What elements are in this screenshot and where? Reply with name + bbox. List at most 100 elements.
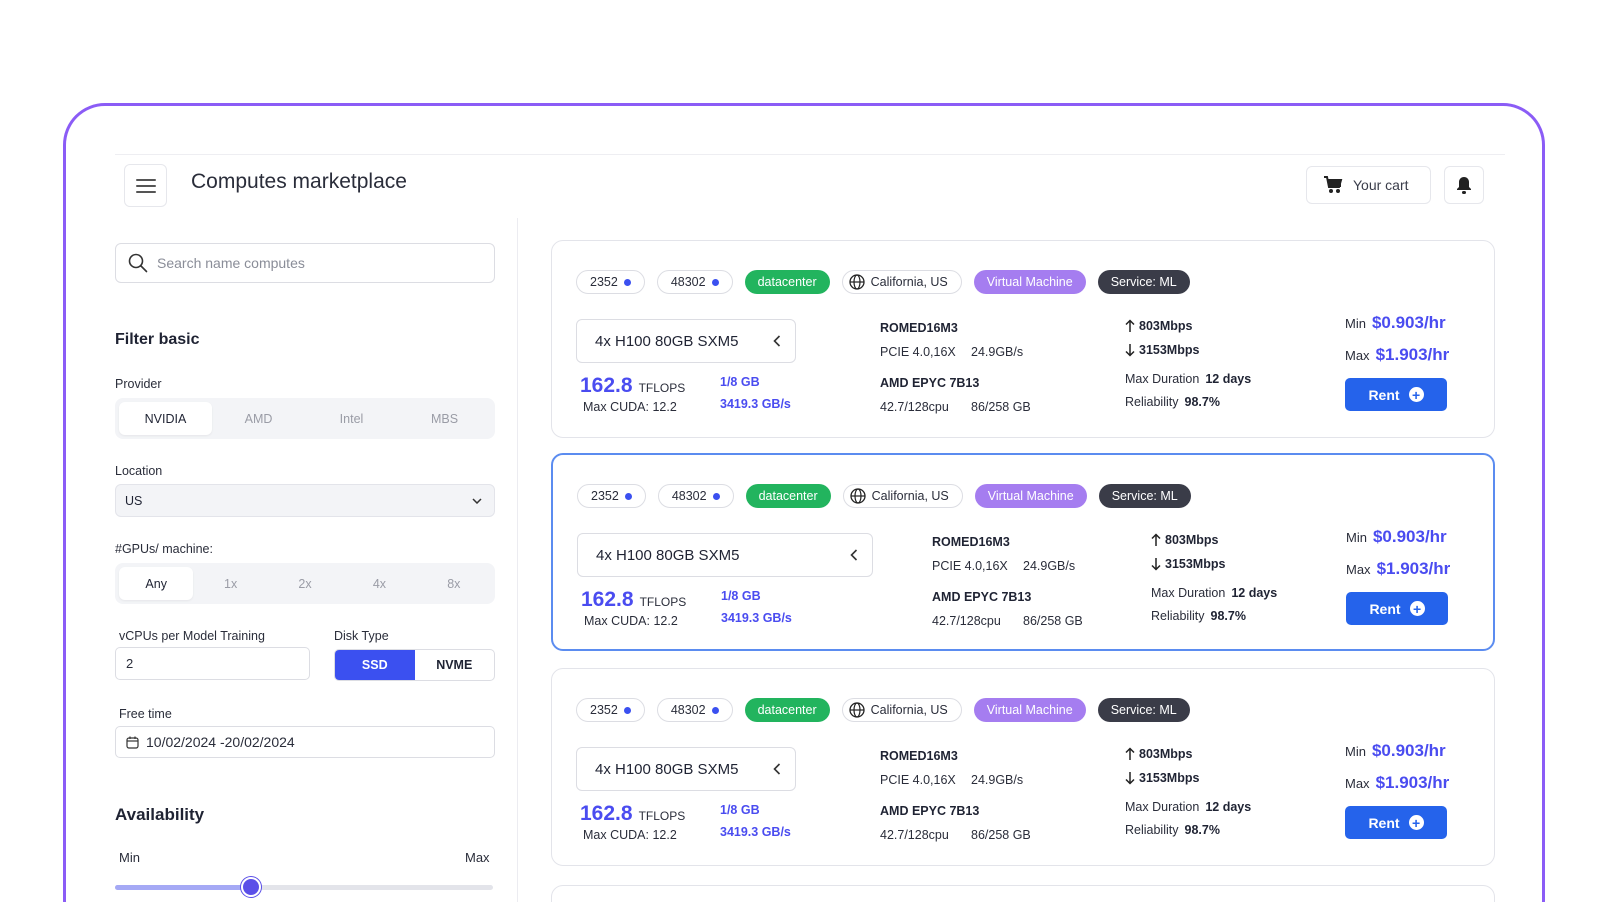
rent-button[interactable]: Rent +	[1346, 592, 1448, 625]
card-max-price: Max $1.903/hr	[1345, 773, 1449, 793]
location-label: Location	[115, 464, 163, 478]
card-max-label: Max	[1345, 348, 1370, 363]
availability-slider[interactable]	[115, 877, 493, 897]
card-tags: 2352 48302 datacenter California, US Vir…	[576, 698, 1190, 722]
card-vm-badge: Virtual Machine	[974, 484, 1087, 508]
card-min-price: Min $0.903/hr	[1345, 313, 1446, 333]
card-max-price-value: $1.903/hr	[1375, 345, 1450, 364]
provider-option-mbs[interactable]: MBS	[398, 402, 491, 435]
card-host-badge: 48302	[656, 270, 733, 294]
provider-selector: NVIDIA AMD Intel MBS	[115, 398, 495, 439]
card-pcie: PCIE 4.0,16X	[932, 559, 1008, 573]
arrow-down-icon	[1125, 344, 1135, 357]
compute-card-partial[interactable]	[551, 885, 1495, 902]
compute-card-1[interactable]: 2352 48302 datacenter California, US Vir…	[551, 240, 1495, 438]
search-box[interactable]	[115, 243, 495, 283]
card-reliability-value: 98.7%	[1184, 823, 1220, 837]
card-reliability-value: 98.7%	[1184, 395, 1220, 409]
provider-option-amd[interactable]: AMD	[212, 402, 305, 435]
info-dot-icon	[623, 706, 631, 714]
gpus-option-1x[interactable]: 1x	[193, 567, 267, 600]
rent-button[interactable]: Rent +	[1345, 378, 1447, 411]
card-host-value: 48302	[671, 489, 707, 503]
card-pcie: PCIE 4.0,16X	[880, 345, 956, 359]
disk-option-ssd[interactable]: SSD	[335, 650, 415, 680]
arrow-down-icon	[1151, 558, 1161, 571]
info-dot-icon	[624, 492, 632, 500]
availability-title: Availability	[115, 805, 205, 824]
globe-icon	[850, 488, 866, 504]
provider-option-intel[interactable]: Intel	[305, 402, 398, 435]
card-upload: 803Mbps	[1125, 319, 1193, 333]
card-tflops-value: 162.8	[580, 374, 633, 397]
card-tflops-value: 162.8	[580, 802, 633, 825]
card-board: ROMED16M3	[880, 321, 958, 335]
card-reliability-label: Reliability	[1125, 823, 1179, 837]
card-tflops: 162.8 TFLOPS	[581, 588, 686, 612]
card-id-badge: 2352	[576, 698, 645, 722]
search-icon	[128, 253, 148, 273]
provider-label: Provider	[115, 377, 162, 391]
free-time-value: 10/02/2024 -20/02/2024	[146, 734, 295, 750]
card-gpu-select[interactable]: 4x H100 80GB SXM5	[576, 747, 796, 791]
gpus-option-8x[interactable]: 8x	[417, 567, 491, 600]
card-service-badge: Service: ML	[1097, 698, 1190, 722]
card-id-value: 2352	[591, 489, 619, 503]
card-tflops-unit: TFLOPS	[638, 809, 686, 823]
gpus-option-4x[interactable]: 4x	[342, 567, 416, 600]
rent-button[interactable]: Rent +	[1345, 806, 1447, 839]
card-type-badge: datacenter	[745, 484, 831, 508]
card-download-value: 3153Mbps	[1139, 343, 1200, 357]
card-duration: Max Duration 12 days	[1125, 800, 1251, 814]
chevron-left-icon	[773, 763, 781, 775]
compute-card-3[interactable]: 2352 48302 datacenter California, US Vir…	[551, 668, 1495, 866]
card-pcie-speed: 24.9GB/s	[971, 345, 1024, 359]
card-cuda: Max CUDA: 12.2	[583, 828, 677, 842]
chevron-down-icon	[472, 497, 482, 504]
card-duration-value: 12 days	[1205, 372, 1252, 386]
location-select[interactable]: US	[115, 484, 495, 517]
gpus-option-any[interactable]: Any	[119, 567, 194, 600]
compute-card-2[interactable]: 2352 48302 datacenter California, US Vir…	[551, 453, 1495, 651]
card-location-value: California, US	[870, 703, 948, 717]
card-max-price: Max $1.903/hr	[1346, 559, 1450, 579]
card-host-badge: 48302	[656, 698, 733, 722]
card-board: ROMED16M3	[932, 535, 1010, 549]
info-dot-icon	[711, 706, 719, 714]
sidebar-divider	[517, 218, 518, 902]
card-reliability: Reliability 98.7%	[1125, 395, 1220, 409]
card-location-value: California, US	[871, 489, 949, 503]
vcpus-label: vCPUs per Model Training	[119, 629, 265, 643]
search-input[interactable]	[157, 255, 477, 271]
card-service-badge: Service: ML	[1098, 484, 1191, 508]
gpus-option-2x[interactable]: 2x	[268, 567, 342, 600]
availability-slider-thumb[interactable]	[241, 877, 262, 897]
card-duration: Max Duration 12 days	[1125, 372, 1251, 386]
card-location-badge: California, US	[841, 698, 962, 722]
card-gpu-select[interactable]: 4x H100 80GB SXM5	[577, 533, 873, 577]
card-cpu: AMD EPYC 7B13	[880, 804, 980, 818]
rent-label: Rent	[1369, 600, 1401, 617]
location-value: US	[125, 493, 143, 508]
card-memory: 1/8 GB	[720, 375, 760, 389]
card-host-value: 48302	[670, 703, 706, 717]
card-gpu-value: 4x H100 80GB SXM5	[595, 760, 739, 778]
card-board: ROMED16M3	[880, 749, 958, 763]
plus-circle-icon: +	[1409, 601, 1425, 616]
provider-option-nvidia[interactable]: NVIDIA	[119, 402, 212, 435]
info-dot-icon	[712, 492, 720, 500]
card-reliability-label: Reliability	[1151, 609, 1205, 623]
free-time-input[interactable]: 10/02/2024 -20/02/2024	[115, 726, 495, 758]
card-duration-label: Max Duration	[1151, 586, 1226, 600]
notifications-button[interactable]	[1444, 166, 1484, 204]
disk-option-nvme[interactable]: NVME	[415, 650, 495, 680]
card-vm-badge: Virtual Machine	[973, 698, 1086, 722]
card-duration-label: Max Duration	[1125, 372, 1200, 386]
card-cuda: Max CUDA: 12.2	[583, 400, 677, 414]
card-download: 3153Mbps	[1151, 557, 1225, 571]
card-gpu-select[interactable]: 4x H100 80GB SXM5	[576, 319, 796, 363]
card-tflops-unit: TFLOPS	[638, 381, 686, 395]
vcpus-input[interactable]: 2	[115, 647, 310, 680]
cart-button[interactable]: Your cart	[1306, 166, 1431, 204]
menu-button[interactable]	[124, 164, 167, 207]
